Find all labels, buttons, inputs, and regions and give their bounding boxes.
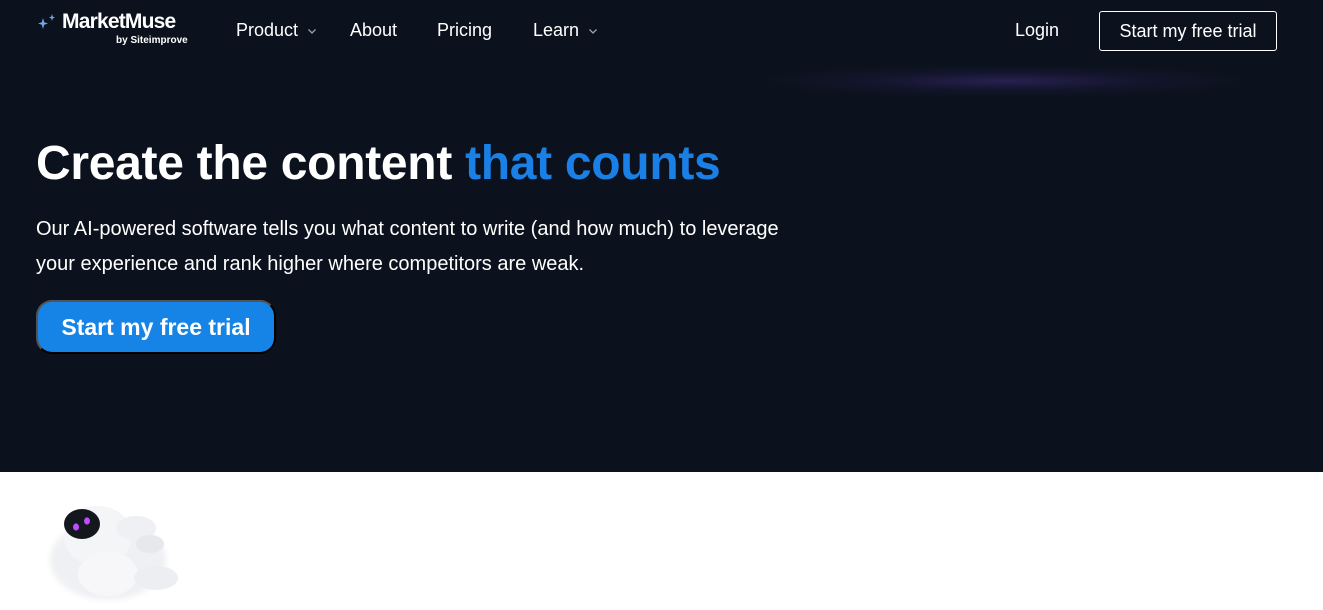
nav-learn-label: Learn — [533, 20, 580, 40]
nav-product[interactable]: Product — [236, 20, 317, 41]
logo[interactable]: MarketMuse by Siteimprove — [36, 10, 196, 50]
sparkle-icon — [38, 14, 55, 29]
hero-headline: Create the content that counts — [36, 136, 721, 191]
header-start-trial-button[interactable]: Start my free trial — [1099, 11, 1277, 51]
hero-section: MarketMuse by Siteimprove Product About … — [0, 0, 1323, 472]
hero-start-trial-button[interactable]: Start my free trial — [36, 300, 276, 354]
nav-learn[interactable]: Learn — [533, 20, 598, 41]
header-glow — [770, 66, 1240, 96]
logo-name: MarketMuse — [62, 10, 176, 33]
nav-about-label: About — [350, 20, 398, 40]
nav-pricing[interactable]: Pricing — [437, 20, 492, 41]
login-link[interactable]: Login — [1015, 20, 1059, 41]
logo-subtitle: by Siteimprove — [116, 35, 188, 46]
nav-about[interactable]: About — [350, 20, 397, 41]
hero-subtext: Our AI-powered software tells you what c… — [36, 218, 779, 275]
hero-headline-accent: that counts — [465, 137, 721, 190]
hero-headline-main: Create the content — [36, 137, 453, 190]
nav-pricing-label: Pricing — [437, 20, 493, 40]
chevron-down-icon — [589, 28, 598, 34]
robot-mascot-image — [50, 506, 178, 600]
nav-product-label: Product — [236, 20, 299, 40]
chevron-down-icon — [308, 28, 317, 34]
